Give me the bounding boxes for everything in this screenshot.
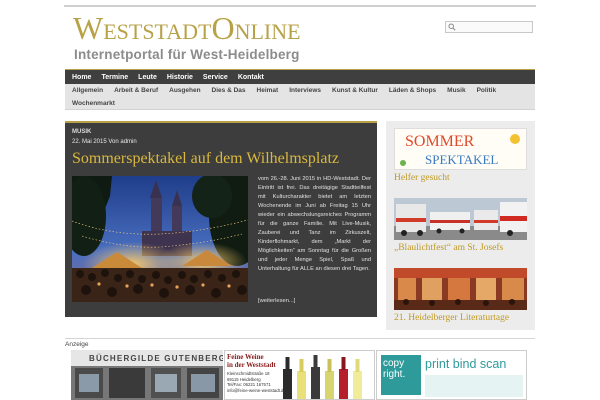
bookstore-sign: BÜCHERGILDE GUTENBERG (89, 354, 223, 363)
category-item-allgemein[interactable]: Allgemein (67, 87, 109, 94)
logo-subtitle: Internetportal für West-Heidelberg (74, 47, 300, 62)
teaser-image[interactable]: SOMMER SPEKTAKEL (394, 128, 527, 170)
ad-copyright[interactable]: copy right. print bind scan (376, 350, 527, 400)
top-border (64, 5, 536, 7)
logo-title: WESTSTADTONLINE (73, 10, 301, 46)
ad-panel (425, 375, 523, 397)
wine-bottles-image (283, 355, 362, 399)
category-nav-row: Allgemein Arbeit & Beruf Ausgehen Dies & Da… (67, 84, 502, 97)
category-item-musik[interactable]: Musik (442, 87, 471, 94)
site-logo[interactable]: WESTSTADTONLINE Internetportal für West-… (73, 10, 303, 62)
article-image[interactable] (72, 176, 248, 302)
teaser-title[interactable]: Helfer gesucht (394, 173, 527, 183)
category-item-interviews[interactable]: Interviews (284, 87, 327, 94)
copyright-slogan: print bind scan (425, 357, 507, 371)
category-item-heimat[interactable]: Heimat (252, 87, 285, 94)
nav-item-home[interactable]: Home (67, 74, 96, 81)
category-item-ausgehen[interactable]: Ausgehen (164, 87, 206, 94)
category-nav-row: Wochenmarkt (67, 97, 121, 110)
ads-label: Anzeige (65, 341, 89, 348)
category-item-laeden-shops[interactable]: Läden & Shops (384, 87, 442, 94)
teaser-image[interactable] (394, 268, 527, 310)
category-item-politik[interactable]: Politik (472, 87, 503, 94)
teaser-image[interactable] (394, 198, 527, 240)
search-input[interactable] (458, 22, 532, 32)
category-item-arbeit-beruf[interactable]: Arbeit & Beruf (109, 87, 164, 94)
article-category[interactable]: MUSIK (72, 129, 91, 135)
wine-address: Kleinschmidtstraße 18 69115 Heidelberg T… (227, 371, 286, 393)
category-nav: Allgemein Arbeit & Beruf Ausgehen Dies & Da… (65, 84, 535, 110)
nav-item-historie[interactable]: Historie (162, 74, 198, 81)
divider (65, 338, 535, 339)
category-item-dies-das[interactable]: Dies & Das (207, 87, 252, 94)
search-box[interactable] (445, 21, 533, 33)
nav-item-kontakt[interactable]: Kontakt (233, 74, 269, 81)
nav-item-leute[interactable]: Leute (133, 74, 162, 81)
ad-bookstore[interactable]: BÜCHERGILDE GUTENBERG (71, 350, 223, 400)
ad-wine-shop[interactable]: Feine Weine in der Weststadt Kleinschmid… (224, 350, 375, 400)
ad-banners: BÜCHERGILDE GUTENBERG Feine Weine in der… (71, 350, 527, 400)
banner-text: SPEKTAKEL (425, 152, 498, 167)
sidebar: SOMMER SPEKTAKEL Helfer gesucht „Blaulic… (386, 121, 535, 330)
category-item-wochenmarkt[interactable]: Wochenmarkt (67, 100, 121, 107)
article-title[interactable]: Sommerspektakel auf dem Wilhelmsplatz (72, 149, 339, 169)
featured-article: MUSIK 22. Mai 2015 Von admin Sommerspekt… (65, 121, 377, 317)
category-item-kunst-kultur[interactable]: Kunst & Kultur (327, 87, 384, 94)
search-icon[interactable] (448, 23, 456, 31)
copyright-logo: copy right. (381, 355, 421, 395)
banner-text: SOMMER (405, 133, 475, 150)
sidebar-teaser[interactable]: „Blaulichtfest“ am St. Josefs (394, 198, 527, 253)
nav-item-termine[interactable]: Termine (96, 74, 133, 81)
nav-item-service[interactable]: Service (198, 74, 233, 81)
article-meta: 22. Mai 2015 Von admin (72, 139, 137, 145)
sidebar-teaser[interactable]: 21. Heidelberger Literaturtage (394, 268, 527, 323)
read-more-link[interactable]: [weiterlesen...] (258, 298, 295, 304)
article-excerpt: vom 26.-28. Juni 2015 in HD-Weststadt. D… (258, 176, 371, 272)
sidebar-teaser[interactable]: SOMMER SPEKTAKEL Helfer gesucht (394, 128, 527, 183)
wine-title: Feine Weine in der Weststadt (227, 353, 276, 369)
teaser-title[interactable]: „Blaulichtfest“ am St. Josefs (394, 243, 527, 253)
main-nav: Home Termine Leute Historie Service Kontakt (65, 69, 535, 84)
teaser-title[interactable]: 21. Heidelberger Literaturtage (394, 313, 527, 323)
